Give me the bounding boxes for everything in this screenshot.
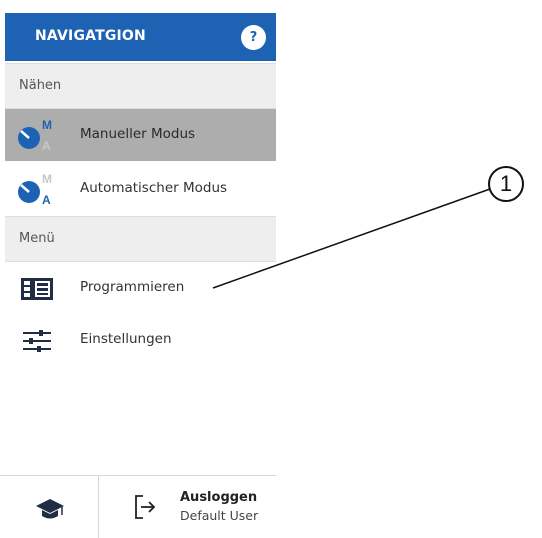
callout-marker: 1 <box>488 166 524 202</box>
callout-leader-line <box>212 188 491 289</box>
